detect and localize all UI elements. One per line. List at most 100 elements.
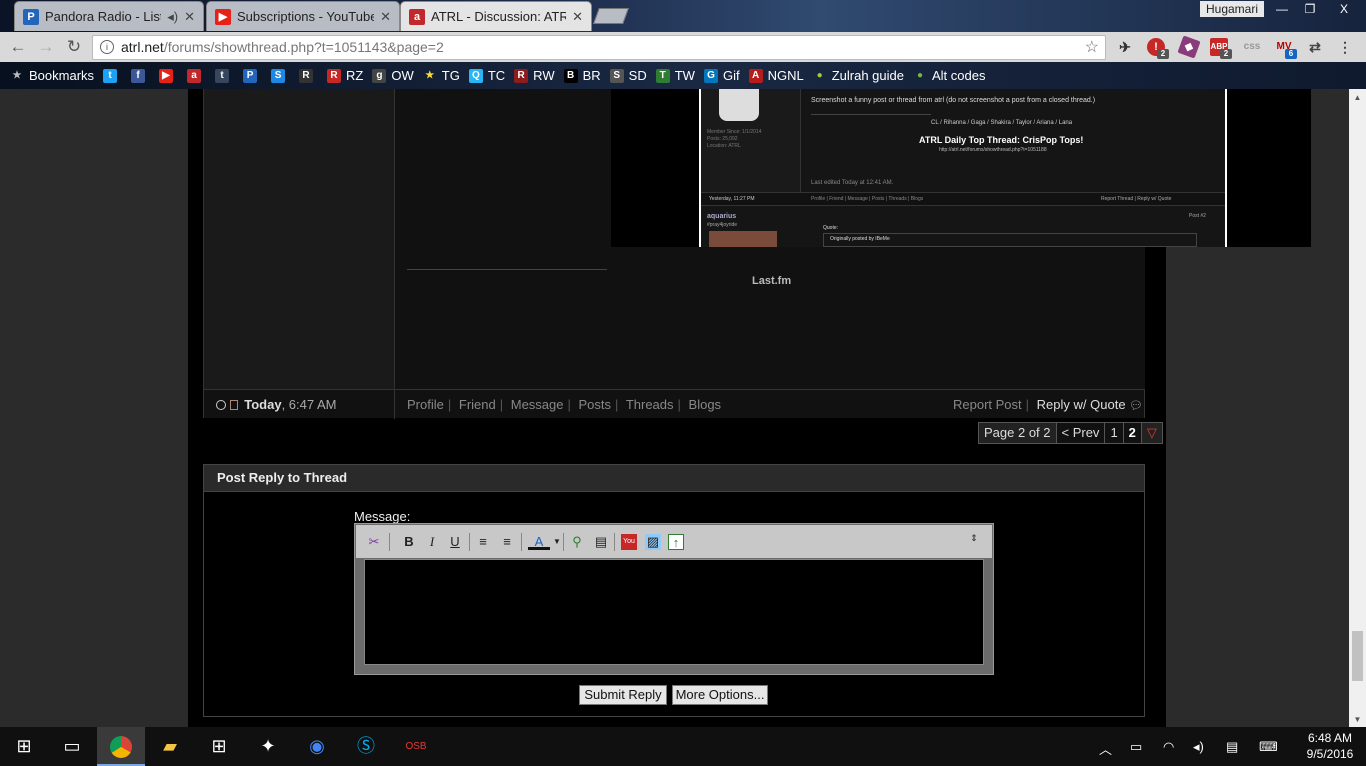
keyboard-icon[interactable]: ⌨ xyxy=(1259,739,1278,755)
close-icon[interactable]: ✕ xyxy=(572,9,583,25)
close-icon[interactable]: ✕ xyxy=(380,9,391,25)
rocket-extension-icon[interactable]: ✈ xyxy=(1116,38,1134,56)
more-options-button[interactable]: More Options... xyxy=(672,685,768,705)
bookmark-tumblr[interactable]: t xyxy=(215,68,234,83)
bookmark-youtube[interactable]: ▶ xyxy=(159,68,178,83)
file-explorer-icon[interactable]: ▰ xyxy=(146,727,194,766)
bookmark-tw[interactable]: T TW xyxy=(655,68,695,83)
notification-icon[interactable]: ▤ xyxy=(1226,739,1238,755)
screenshot-user2-tag: #pray4joyride xyxy=(707,222,738,228)
reload-icon[interactable]: ↻ xyxy=(64,38,84,56)
close-icon[interactable]: ✕ xyxy=(184,9,195,25)
bookmark-twitter[interactable]: t xyxy=(103,68,122,83)
address-bar[interactable]: i atrl.net/forums/showthread.php?t=10511… xyxy=(92,35,1106,60)
scroll-up-icon[interactable]: ▲ xyxy=(1349,93,1366,102)
underline-icon[interactable]: U xyxy=(447,534,463,550)
insert-quote-icon[interactable]: ▤ xyxy=(593,534,609,550)
page-scrollbar[interactable]: ▲ ▼ xyxy=(1349,89,1366,727)
bookmark-ow[interactable]: g OW xyxy=(372,68,414,83)
bookmark-star-icon[interactable]: ☆ xyxy=(1085,36,1099,59)
volume-icon[interactable]: ◂) xyxy=(1193,739,1204,755)
friend-link[interactable]: Friend xyxy=(459,397,496,412)
info-icon[interactable]: i xyxy=(100,40,114,54)
bookmark-tg[interactable]: ★ TG xyxy=(423,68,460,83)
insert-link-icon[interactable]: ⚲ xyxy=(569,534,585,550)
submit-reply-button[interactable]: Submit Reply xyxy=(579,685,667,705)
extension-icon[interactable]: ⇄ xyxy=(1306,38,1324,56)
scroll-down-icon[interactable]: ▼ xyxy=(1349,715,1366,724)
posts-link[interactable]: Posts xyxy=(579,397,612,412)
bookmark-tc[interactable]: Q TC xyxy=(468,68,505,83)
threads-link[interactable]: Threads xyxy=(626,397,674,412)
bookmark-atrl[interactable]: a xyxy=(187,68,206,83)
extension-icon[interactable]: ◆ xyxy=(1177,35,1201,59)
skype-icon[interactable]: Ⓢ xyxy=(342,727,390,766)
tab-pandora[interactable]: P Pandora Radio - Listen ◂) ✕ xyxy=(14,1,204,31)
youtube-icon[interactable]: You xyxy=(621,534,637,550)
bookmark-gif[interactable]: G Gif xyxy=(703,68,740,83)
tab-atrl[interactable]: a ATRL - Discussion: ATRL ✕ xyxy=(400,1,592,31)
restore-button[interactable]: ❐ xyxy=(1296,0,1324,18)
bookmarks-label[interactable]: ★ Bookmarks xyxy=(10,68,95,83)
task-view-icon[interactable]: ▭ xyxy=(48,727,96,766)
new-tab-button[interactable] xyxy=(593,8,629,24)
dropbox-icon[interactable]: ✦ xyxy=(244,727,292,766)
wifi-icon[interactable]: ◠ xyxy=(1163,739,1174,755)
page-1-link[interactable]: 1 xyxy=(1105,423,1124,443)
font-color-icon[interactable]: A xyxy=(528,534,550,550)
avatar xyxy=(719,89,759,121)
store-icon[interactable]: ⊞ xyxy=(195,727,243,766)
tab-youtube[interactable]: ▶ Subscriptions - YouTube ✕ xyxy=(206,1,400,31)
lastfm-link[interactable]: Last.fm xyxy=(752,275,791,287)
twitter-icon: t xyxy=(103,68,118,83)
report-post-link[interactable]: Report Post xyxy=(953,397,1022,412)
insert-image-icon[interactable]: ▨ xyxy=(645,534,661,550)
window-close-button[interactable]: X xyxy=(1324,0,1364,18)
message-link[interactable]: Message xyxy=(511,397,564,412)
align-center-icon[interactable]: ≡ xyxy=(475,534,491,550)
bookmark-br[interactable]: B BR xyxy=(563,68,601,83)
italic-icon[interactable]: I xyxy=(424,534,440,550)
message-textarea[interactable] xyxy=(364,559,984,665)
bookmark-ngnl[interactable]: A NGNL xyxy=(748,68,804,83)
forward-icon[interactable]: → xyxy=(36,38,56,56)
page-menu-icon[interactable]: ▽ xyxy=(1142,423,1162,443)
blogs-link[interactable]: Blogs xyxy=(689,397,722,412)
remove-format-icon[interactable]: ✂ xyxy=(366,534,382,550)
battery-icon[interactable]: ▭ xyxy=(1130,739,1142,755)
align-right-icon[interactable]: ≡ xyxy=(499,534,515,550)
clock[interactable]: 6:48 AM 9/5/2016 xyxy=(1300,730,1360,762)
bookmark-s[interactable]: S xyxy=(271,68,290,83)
bookmark-rst[interactable]: R xyxy=(299,68,318,83)
prev-page-link[interactable]: < Prev xyxy=(1056,423,1106,443)
reply-with-quote-link[interactable]: Reply w/ Quote xyxy=(1037,397,1126,412)
windows-start-icon[interactable]: ⊞ xyxy=(0,727,48,766)
bookmark-alt-codes[interactable]: ● Alt codes xyxy=(913,68,986,83)
post-time: , 6:47 AM xyxy=(281,397,337,412)
upload-icon[interactable]: ↑ xyxy=(668,534,684,550)
extension-badge: 6 xyxy=(1285,49,1297,59)
chrome-menu-icon[interactable]: ⋮ xyxy=(1336,38,1354,56)
osb-icon[interactable]: OSB xyxy=(392,727,440,766)
bookmark-rz[interactable]: R RZ xyxy=(327,68,363,83)
app-icon[interactable]: ◉ xyxy=(293,727,341,766)
chevron-up-icon[interactable]: ︿ xyxy=(1099,739,1112,758)
profile-link[interactable]: Profile xyxy=(407,397,444,412)
minimize-button[interactable]: — xyxy=(1268,0,1296,18)
back-icon[interactable]: ← xyxy=(8,38,28,56)
bookmark-zulrah[interactable]: ● Zulrah guide xyxy=(813,68,904,83)
resize-toggle-icon[interactable]: ⇕ xyxy=(966,534,982,550)
bookmark-facebook[interactable]: f xyxy=(131,68,150,83)
profile-name[interactable]: Hugamari xyxy=(1200,1,1264,17)
css-extension-icon[interactable]: css xyxy=(1243,38,1261,56)
chrome-taskbar-icon[interactable] xyxy=(97,727,145,766)
bookmark-sd[interactable]: S SD xyxy=(609,68,647,83)
scrollbar-thumb[interactable] xyxy=(1352,631,1363,681)
bookmark-rw[interactable]: R RW xyxy=(514,68,555,83)
forum-content: Member Since: 1/1/2014 Posts: 25,092 Loc… xyxy=(188,89,1311,727)
offline-status-icon xyxy=(216,400,226,410)
ngnl-icon: A xyxy=(748,68,763,83)
bookmark-pandora[interactable]: P xyxy=(243,68,262,83)
screenshot-foot-date: Yesterday, 11:27 PM xyxy=(709,196,755,202)
bold-icon[interactable]: B xyxy=(401,534,417,550)
